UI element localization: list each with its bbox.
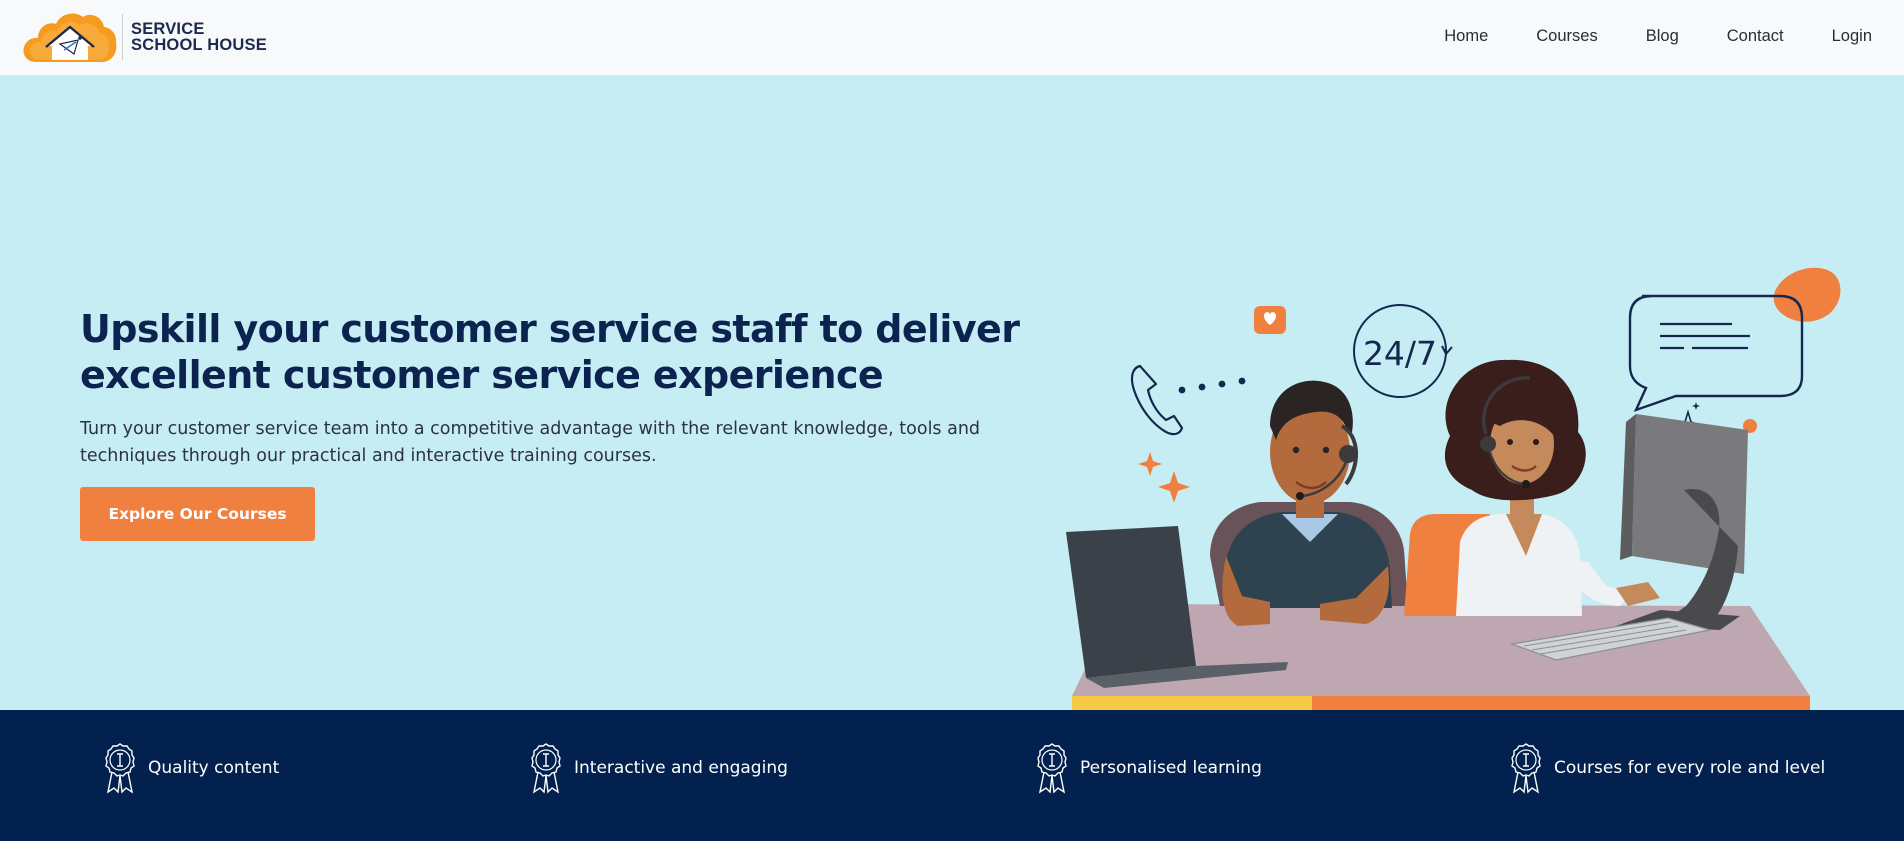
laptop-icon <box>1066 526 1196 678</box>
orange-blob-shape <box>1773 267 1841 322</box>
orange-sparkle-icon <box>1138 452 1162 476</box>
award-ribbon-icon <box>531 743 561 794</box>
feature-item-quality: Quality content <box>100 742 279 794</box>
cloud-house-logo-icon <box>23 13 117 62</box>
logo-divider <box>122 14 123 60</box>
feature-label: Personalised learning <box>1080 758 1262 778</box>
phone-icon <box>1130 364 1184 436</box>
twenty-four-seven-text: 24/7 <box>1363 334 1437 373</box>
feature-item-every-role: Courses for every role and level <box>1506 742 1825 794</box>
award-ribbon-icon <box>105 743 135 794</box>
brand-name-line2: SCHOOL HOUSE <box>131 36 267 54</box>
hero-subtitle-line1: Turn your customer service team into a c… <box>80 419 981 439</box>
award-ribbon-icon <box>1037 743 1067 794</box>
nav-link-courses[interactable]: Courses <box>1536 27 1597 46</box>
feature-label: Quality content <box>148 758 280 778</box>
nav-link-contact[interactable]: Contact <box>1727 27 1784 46</box>
nav-link-login[interactable]: Login <box>1832 27 1872 46</box>
features-bar: Quality content Interactive and engaging… <box>0 710 1904 841</box>
brand-logo[interactable]: SERVICE SCHOOL HOUSE <box>22 8 267 66</box>
hero-section: Upskill your customer service staff to d… <box>0 76 1904 710</box>
nav-link-blog[interactable]: Blog <box>1646 27 1679 46</box>
main-nav: Home Courses Blog Contact Login <box>1396 0 1872 72</box>
feature-label: Courses for every role and level <box>1554 758 1826 778</box>
explore-courses-button[interactable]: Explore Our Courses <box>80 487 315 541</box>
customer-service-agents-illustration: 24/7 <box>1066 267 1841 710</box>
navbar: SERVICE SCHOOL HOUSE Home Courses Blog C… <box>0 0 1904 76</box>
hero-subtitle: Turn your customer service team into a c… <box>80 416 1020 470</box>
feature-item-personalised: Personalised learning <box>1032 742 1262 794</box>
chat-bubble-icon <box>1628 294 1804 413</box>
hero-title-line1: Upskill your customer service staff to d… <box>80 307 1020 351</box>
feature-item-interactive: Interactive and engaging <box>526 742 788 794</box>
nav-link-home[interactable]: Home <box>1444 27 1488 46</box>
hero-title: Upskill your customer service staff to d… <box>80 306 1040 398</box>
hero-subtitle-line2: techniques through our practical and int… <box>80 446 657 466</box>
feature-label: Interactive and engaging <box>574 758 788 778</box>
award-ribbon-icon <box>1511 743 1541 794</box>
hero-title-line2: excellent customer service experience <box>80 353 884 397</box>
brand-name-line1: SERVICE <box>131 20 205 38</box>
brand-name: SERVICE SCHOOL HOUSE <box>131 20 267 54</box>
